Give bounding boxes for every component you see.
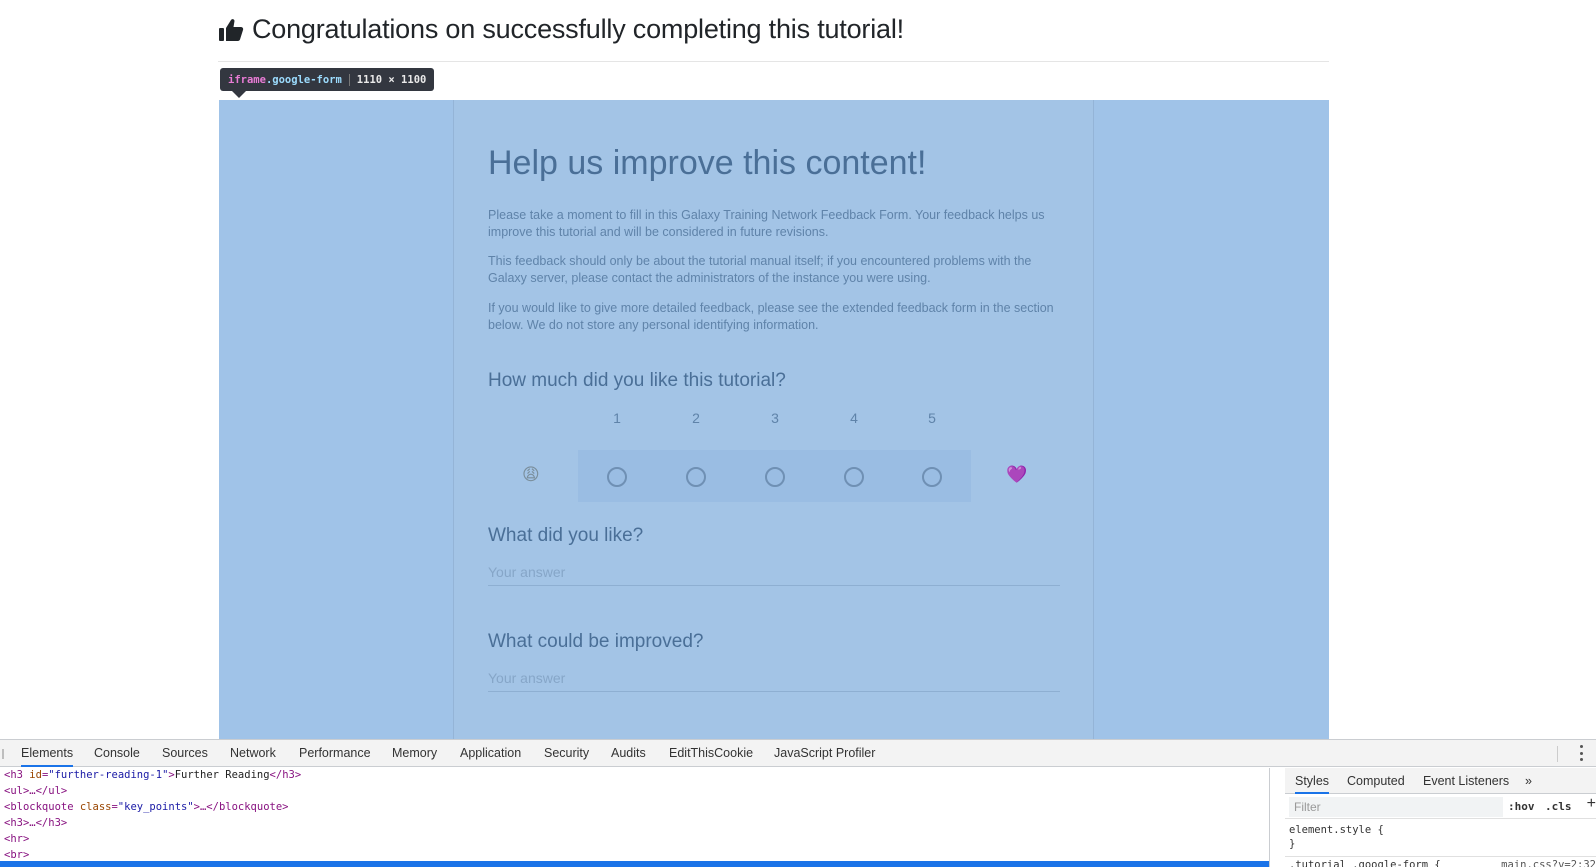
- tab-memory[interactable]: Memory: [392, 740, 437, 767]
- form-description-3: If you would like to give more detailed …: [488, 301, 1054, 332]
- rule-divider: [1285, 856, 1596, 857]
- form-card: Help us improve this content! Please tak…: [453, 100, 1094, 739]
- more-options-icon[interactable]: [1578, 745, 1584, 761]
- tab-styles[interactable]: Styles: [1295, 768, 1330, 794]
- scale-label-2: 2: [692, 410, 700, 426]
- google-form-iframe-highlight[interactable]: Help us improve this content! Please tak…: [219, 100, 1329, 739]
- tab-sources[interactable]: Sources: [162, 740, 208, 767]
- tooltip-class: .google-form: [265, 73, 342, 86]
- hov-toggle[interactable]: :hov: [1508, 800, 1535, 813]
- devtools-tabbar: Elements Console Sources Network Perform…: [0, 740, 1596, 767]
- element-style-rule[interactable]: element.style {: [1289, 824, 1384, 836]
- scale-label-5: 5: [928, 410, 936, 426]
- rating-radio-2[interactable]: [686, 467, 706, 487]
- tab-performance[interactable]: Performance: [299, 740, 371, 767]
- form-description-2: This feedback should only be about the t…: [488, 254, 1032, 285]
- devtools-panel: Elements Console Sources Network Perform…: [0, 739, 1596, 867]
- congrats-text: Congratulations on successfully completi…: [252, 14, 904, 44]
- rating-radio-4[interactable]: [844, 467, 864, 487]
- tabbar-separator: [1557, 746, 1558, 762]
- sad-face-icon: 😩: [522, 465, 540, 484]
- cls-toggle[interactable]: .cls: [1545, 800, 1572, 813]
- tab-application[interactable]: Application: [460, 740, 521, 767]
- dom-node-ul[interactable]: <ul>…</ul>: [4, 783, 67, 799]
- tab-javascript-profiler[interactable]: JavaScript Profiler: [774, 740, 875, 767]
- rule-source-link[interactable]: main.css?v=2:32: [1501, 859, 1596, 867]
- form-description-1: Please take a moment to fill in this Gal…: [488, 208, 1045, 239]
- form-title: Help us improve this content!: [488, 144, 927, 182]
- tooltip-dimensions: 1110 × 1100: [356, 73, 427, 86]
- dom-tree[interactable]: <h3 id="further-reading-1">Further Readi…: [0, 768, 1270, 867]
- dom-node-hr[interactable]: <hr>: [4, 831, 29, 847]
- rating-radio-3[interactable]: [765, 467, 785, 487]
- dom-node-h3[interactable]: <h3>…</h3>: [4, 815, 67, 831]
- page-viewport: Congratulations on successfully completi…: [0, 0, 1596, 739]
- rating-radio-5[interactable]: [922, 467, 942, 487]
- tab-console[interactable]: Console: [94, 740, 140, 767]
- rating-radio-1[interactable]: [607, 467, 627, 487]
- tab-network[interactable]: Network: [230, 740, 276, 767]
- liked-answer-input[interactable]: Your answer: [488, 558, 1060, 586]
- inspector-tooltip: iframe.google-form 1110 × 1100: [220, 68, 435, 91]
- heart-icon: 💜: [1006, 465, 1028, 484]
- styles-filter-input[interactable]: Filter: [1289, 797, 1503, 817]
- google-form-rule[interactable]: .tutorial .google-form {: [1289, 859, 1441, 867]
- liked-question: What did you like?: [488, 525, 644, 546]
- dom-node-selected-iframe[interactable]: [0, 861, 1269, 867]
- congrats-heading: Congratulations on successfully completi…: [218, 14, 904, 45]
- dom-node-blockquote[interactable]: <blockquote class="key_points">…</blockq…: [4, 799, 288, 815]
- inspect-element-icon[interactable]: [0, 747, 10, 761]
- scale-label-1: 1: [613, 410, 621, 426]
- styles-filter-row: Filter :hov .cls +: [1285, 795, 1596, 819]
- tab-editthiscookie[interactable]: EditThisCookie: [669, 740, 753, 767]
- scale-label-3: 3: [771, 410, 779, 426]
- scale-label-4: 4: [850, 410, 858, 426]
- tooltip-arrow: [232, 91, 246, 98]
- styles-tabbar: Styles Computed Event Listeners »: [1285, 768, 1596, 794]
- tab-audits[interactable]: Audits: [611, 740, 646, 767]
- improve-question: What could be improved?: [488, 631, 704, 652]
- element-style-close: }: [1289, 838, 1296, 850]
- tab-elements[interactable]: Elements: [21, 740, 74, 767]
- tab-security[interactable]: Security: [544, 740, 589, 767]
- thumbs-up-icon: [219, 18, 244, 41]
- rating-question: How much did you like this tutorial?: [488, 370, 786, 391]
- rating-scale: 😩 1 2 3 4 5 💜: [488, 410, 1063, 502]
- styles-pane: Styles Computed Event Listeners » Filter…: [1285, 768, 1596, 867]
- new-rule-icon[interactable]: +: [1587, 795, 1596, 813]
- tooltip-separator: [348, 73, 350, 86]
- divider: [218, 61, 1329, 62]
- improve-answer-input[interactable]: Your answer: [488, 664, 1060, 692]
- dom-node-h3-further-reading[interactable]: <h3 id="further-reading-1">Further Readi…: [4, 768, 301, 783]
- tooltip-tag: iframe: [228, 73, 266, 86]
- tab-event-listeners[interactable]: Event Listeners: [1423, 768, 1509, 794]
- more-tabs-icon[interactable]: »: [1525, 768, 1532, 794]
- tab-computed[interactable]: Computed: [1347, 768, 1405, 794]
